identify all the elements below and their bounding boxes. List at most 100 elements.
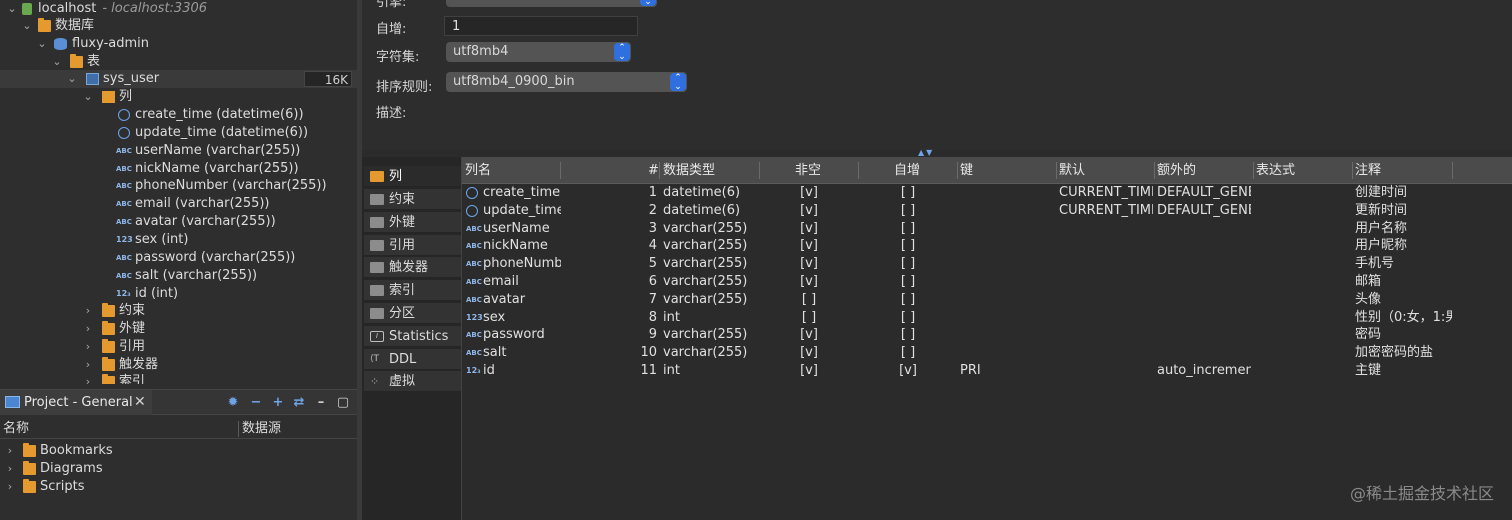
cell-ordinal[interactable]: 8 [612, 309, 657, 327]
tab-indexes[interactable]: 索引 [364, 280, 461, 301]
project-tab[interactable]: Project - General ✕ [0, 390, 152, 415]
tab-columns[interactable]: 列 [364, 166, 461, 187]
chevron-right-icon[interactable]: › [82, 302, 94, 320]
cell-data-type[interactable]: datetime(6) [663, 202, 758, 220]
cell-comment[interactable]: 密码 [1355, 326, 1452, 344]
header-divider[interactable] [858, 162, 859, 179]
cell-expression[interactable] [1256, 184, 1350, 202]
cell-extra[interactable] [1157, 326, 1251, 344]
cell-comment[interactable]: 主键 [1355, 362, 1452, 380]
link-icon[interactable]: ⇄ [291, 395, 307, 411]
cell-column-name[interactable]: email [483, 273, 561, 291]
header-ordinal[interactable]: # [648, 157, 659, 184]
collapse-icon[interactable]: − [248, 395, 264, 411]
close-icon[interactable]: ✕ [134, 390, 146, 415]
engine-select[interactable]: ⌃⌄ [446, 0, 657, 7]
expand-icon[interactable]: + [270, 395, 286, 411]
cell-ordinal[interactable]: 11 [612, 362, 657, 380]
chevron-right-icon[interactable]: › [82, 356, 94, 374]
cell-not-null[interactable]: [v] [762, 273, 856, 291]
cell-data-type[interactable]: datetime(6) [663, 184, 758, 202]
cell-auto-increment[interactable]: [ ] [861, 344, 955, 362]
table-row[interactable]: ABC email 6 varchar(255) [v] [ ] 邮箱 [462, 273, 1512, 291]
tab-constraints[interactable]: 约束 [364, 189, 461, 210]
cell-key[interactable] [960, 220, 1054, 238]
header-data-type[interactable]: 数据类型 [663, 157, 715, 184]
cell-not-null[interactable]: [v] [762, 362, 856, 380]
cell-key[interactable] [960, 202, 1054, 220]
header-divider[interactable] [1056, 162, 1057, 179]
chevron-right-icon[interactable]: › [82, 320, 94, 338]
name-column-header[interactable]: 名称 [3, 419, 29, 439]
chevron-down-icon[interactable]: ⌄ [66, 70, 78, 88]
cell-ordinal[interactable]: 5 [612, 255, 657, 273]
cell-extra[interactable]: auto_increment [1157, 362, 1251, 380]
cell-expression[interactable] [1256, 237, 1350, 255]
cell-expression[interactable] [1256, 326, 1350, 344]
header-divider[interactable] [1154, 162, 1155, 179]
cell-column-name[interactable]: sex [483, 309, 561, 327]
cell-default[interactable]: CURRENT_TIME [1059, 202, 1153, 220]
tree-column-item[interactable]: 123 sex (int) [0, 231, 357, 249]
tree-column-item[interactable]: 12₃ id (int) [0, 285, 357, 303]
header-divider[interactable] [759, 162, 760, 179]
chevron-right-icon[interactable]: › [82, 373, 94, 384]
cell-not-null[interactable]: [v] [762, 220, 856, 238]
cell-column-name[interactable]: password [483, 326, 561, 344]
collation-select[interactable]: utf8mb4_0900_bin ⌃ ⌄ [446, 72, 687, 92]
tab-foreign-keys[interactable]: 外键 [364, 212, 461, 233]
tree-column-item[interactable]: ABC phoneNumber (varchar(255)) [0, 177, 357, 195]
cell-extra[interactable] [1157, 291, 1251, 309]
cell-ordinal[interactable]: 4 [612, 237, 657, 255]
tab-virtual[interactable]: ⁘ 虚拟 [364, 371, 461, 392]
tab-statistics[interactable]: i Statistics [364, 326, 461, 347]
tree-column-item[interactable]: ABC salt (varchar(255)) [0, 267, 357, 285]
cell-extra[interactable] [1157, 344, 1251, 362]
cell-key[interactable] [960, 344, 1054, 362]
settings-icon[interactable]: ✹ [225, 395, 241, 411]
tree-node-connection[interactable]: ⌄ localhost - localhost:3306 [0, 0, 357, 18]
cell-default[interactable] [1059, 237, 1153, 255]
cell-expression[interactable] [1256, 344, 1350, 362]
chevron-down-icon[interactable]: ⌄ [82, 88, 94, 106]
header-divider[interactable] [1352, 162, 1353, 179]
cell-auto-increment[interactable]: [ ] [861, 202, 955, 220]
cell-auto-increment[interactable]: [ ] [861, 273, 955, 291]
cell-comment[interactable]: 用户昵称 [1355, 237, 1452, 255]
cell-column-name[interactable]: salt [483, 344, 561, 362]
cell-comment[interactable]: 创建时间 [1355, 184, 1452, 202]
header-key[interactable]: 键 [960, 157, 973, 184]
chevron-down-icon[interactable]: ⌄ [36, 35, 48, 53]
cell-default[interactable] [1059, 326, 1153, 344]
header-auto-increment[interactable]: 自增 [894, 157, 920, 184]
cell-default[interactable] [1059, 273, 1153, 291]
cell-default[interactable] [1059, 291, 1153, 309]
cell-column-name[interactable]: avatar [483, 291, 561, 309]
tree-node-indexes[interactable]: › 索引 [0, 373, 357, 384]
cell-ordinal[interactable]: 6 [612, 273, 657, 291]
tree-column-item[interactable]: ABC avatar (varchar(255)) [0, 213, 357, 231]
table-row[interactable]: update_time 2 datetime(6) [v] [ ] CURRENT_TIM… [462, 202, 1512, 220]
cell-extra[interactable]: DEFAULT_GENE [1157, 184, 1251, 202]
header-divider[interactable] [560, 162, 561, 179]
tab-partitions[interactable]: 分区 [364, 303, 461, 324]
cell-column-name[interactable]: nickName [483, 237, 561, 255]
tab-ddl[interactable]: ⟨T DDL [364, 349, 461, 370]
tree-node-triggers[interactable]: › 触发器 [0, 356, 357, 374]
cell-key[interactable] [960, 326, 1054, 344]
maximize-icon[interactable]: ▢ [335, 395, 351, 411]
cell-expression[interactable] [1256, 362, 1350, 380]
table-row[interactable]: ABC avatar 7 varchar(255)[ ][ ] 头像 [462, 291, 1512, 309]
tree-column-item[interactable]: create_time (datetime(6)) [0, 106, 357, 124]
cell-extra[interactable] [1157, 220, 1251, 238]
tree-node-columns[interactable]: ⌄ 列 [0, 88, 357, 106]
cell-ordinal[interactable]: 3 [612, 220, 657, 238]
cell-data-type[interactable]: varchar(255) [663, 291, 758, 309]
cell-not-null[interactable]: [ ] [762, 291, 856, 309]
tree-node-database[interactable]: ⌄ fluxy-admin [0, 35, 357, 53]
table-row[interactable]: ABCphoneNumbe 5 varchar(255)[v] [ ] 手机号 [462, 255, 1512, 273]
cell-expression[interactable] [1256, 309, 1350, 327]
cell-default[interactable] [1059, 362, 1153, 380]
cell-ordinal[interactable]: 2 [612, 202, 657, 220]
header-divider[interactable] [1253, 162, 1254, 179]
